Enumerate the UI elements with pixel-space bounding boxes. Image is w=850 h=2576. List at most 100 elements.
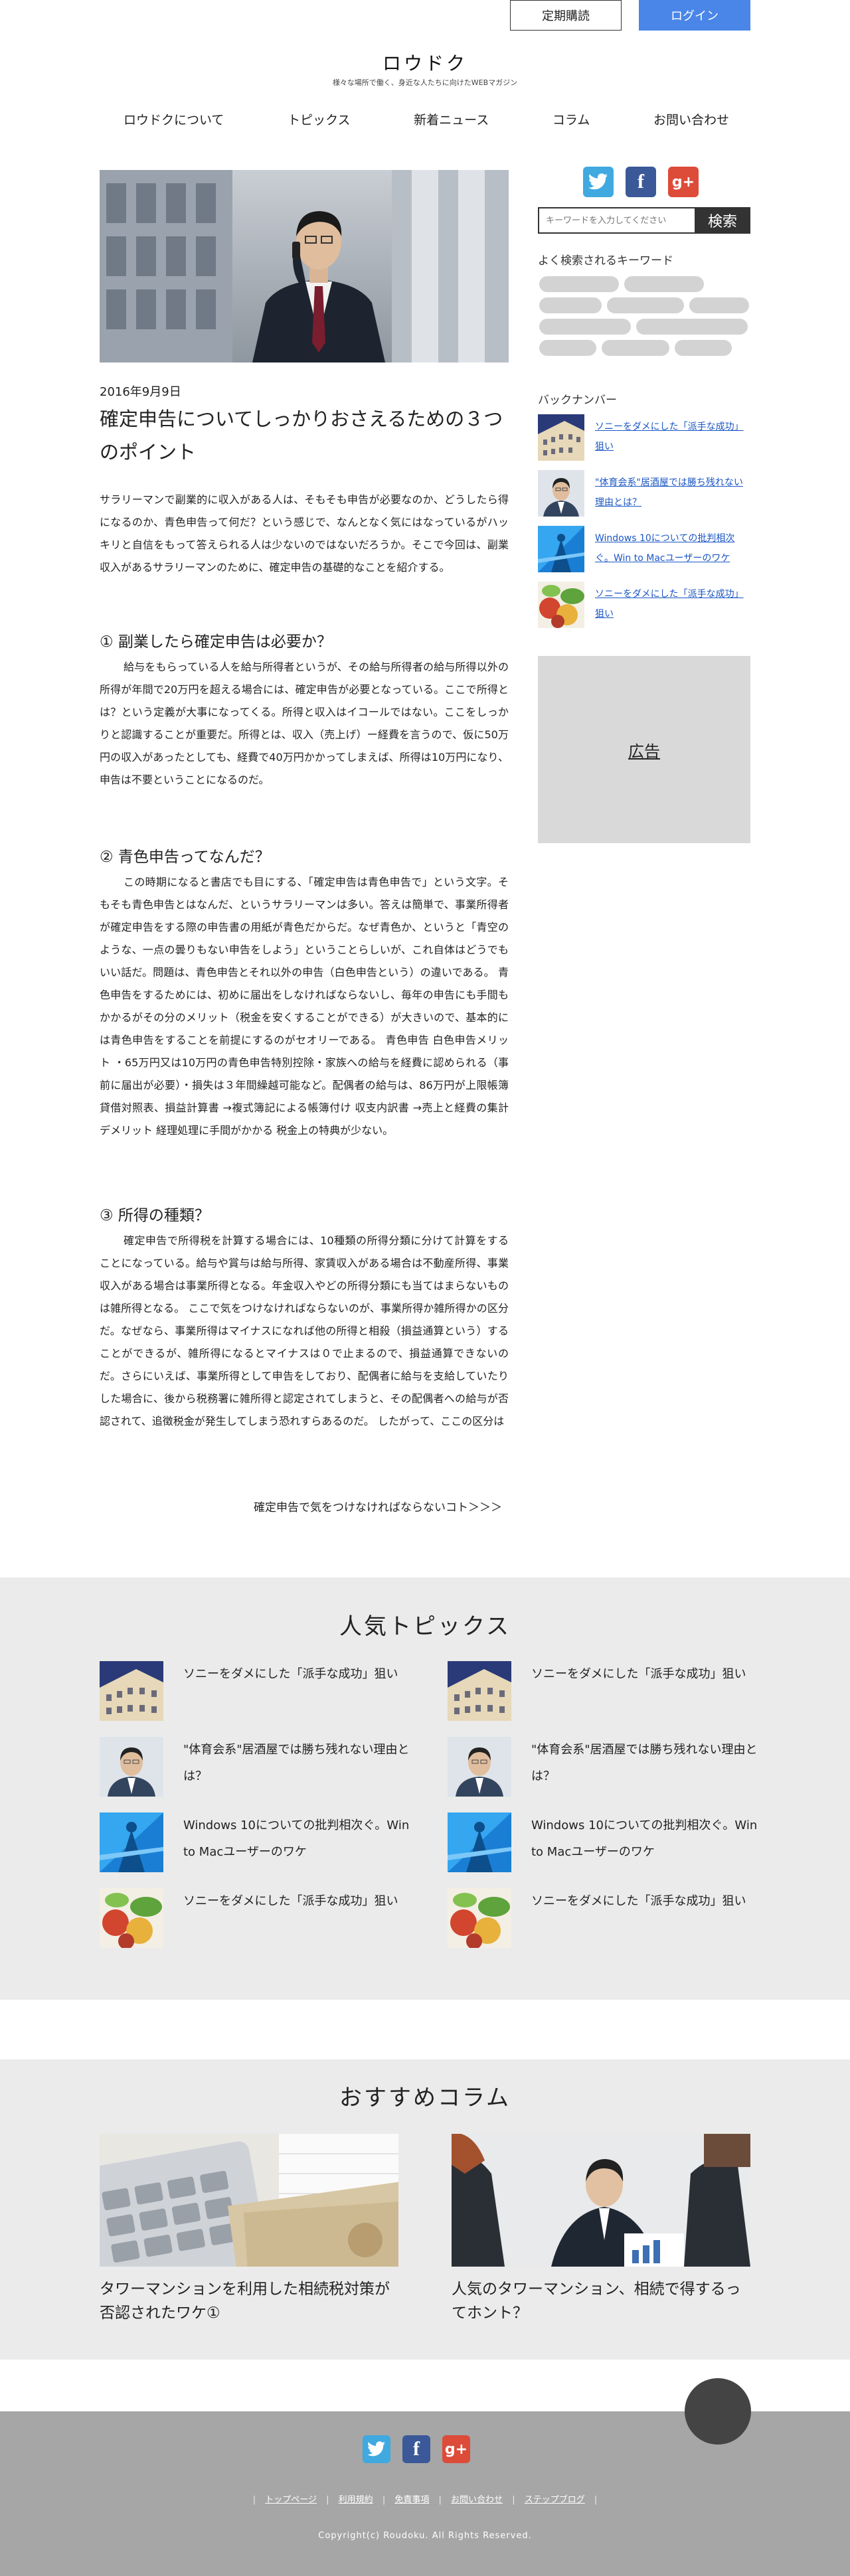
- site-title[interactable]: ロウドク: [0, 49, 850, 76]
- page-top-button[interactable]: [685, 2378, 751, 2445]
- keyword-tag[interactable]: [624, 276, 704, 292]
- keyword-tag[interactable]: [689, 297, 749, 313]
- sidebar-social: f g+: [583, 167, 699, 197]
- google-plus-icon[interactable]: g+: [668, 167, 699, 197]
- footer-link-contact[interactable]: お問い合わせ: [451, 2495, 503, 2505]
- backnumber-item[interactable]: Windows 10についての批判相次ぐ。Win to Macユーザーのワケ: [538, 526, 750, 574]
- topic-item[interactable]: ソニーをダメにした「派手な成功」狙い: [448, 1661, 773, 1721]
- footer-social: f g+: [363, 2435, 470, 2463]
- keyword-tag[interactable]: [539, 297, 602, 313]
- popular-keywords-heading: よく検索されるキーワード: [538, 254, 673, 268]
- building-thumbnail: [448, 1661, 511, 1721]
- nav-item-news[interactable]: 新着ニュース: [414, 110, 489, 128]
- section-heading: ③ 所得の種類？: [100, 1207, 210, 1224]
- topic-title[interactable]: ソニーをダメにした「派手な成功」狙い: [183, 1888, 398, 1948]
- section-body: 給与をもらっている人を給与所得者というが、その給与所得者の給与所得以外の所得が年…: [100, 661, 509, 786]
- business-meeting-image: [452, 2134, 750, 2267]
- topic-item[interactable]: "体育会系"居酒屋では勝ち残れない理由とは？: [100, 1737, 425, 1797]
- footer-link-blog[interactable]: ステップブログ: [525, 2495, 585, 2505]
- windows-thumbnail: [538, 526, 584, 572]
- subscribe-button[interactable]: 定期購読: [510, 0, 622, 31]
- topic-item[interactable]: "体育会系"居酒屋では勝ち残れない理由とは？: [448, 1737, 773, 1797]
- article-title: 確定申告についてしっかりおさえるための３つのポイント: [100, 408, 503, 463]
- separator: |: [252, 2495, 256, 2505]
- popular-topics-section: 人気トピックス ソニーをダメにした「派手な成功」狙い "体育会系"居酒屋では勝ち…: [0, 1577, 850, 2000]
- topic-item[interactable]: ソニーをダメにした「派手な成功」狙い: [100, 1888, 425, 1948]
- keyword-tag[interactable]: [539, 340, 596, 356]
- article-lead: サラリーマンで副業的に収入がある人は、そもそも申告が必要なのか、どうしたら得にな…: [100, 493, 509, 574]
- keyword-tag[interactable]: [607, 297, 684, 313]
- keyword-tag[interactable]: [675, 340, 732, 356]
- section-body: 確定申告で所得税を計算する場合には、10種類の所得分類に分けて計算をすることにな…: [100, 1234, 509, 1427]
- twitter-icon[interactable]: [583, 167, 614, 197]
- backnumber-link[interactable]: ソニーをダメにした「派手な成功」狙い: [595, 417, 750, 457]
- search-input[interactable]: [538, 207, 695, 234]
- article-date: 2016年9月9日: [100, 385, 181, 399]
- building-thumbnail: [538, 414, 584, 461]
- login-button[interactable]: ログイン: [639, 0, 750, 31]
- backnumber-list: ソニーをダメにした「派手な成功」狙い "体育会系"居酒屋では勝ち残れない理由とは…: [538, 414, 750, 637]
- man-thumbnail: [100, 1737, 163, 1797]
- topic-item[interactable]: ソニーをダメにした「派手な成功」狙い: [100, 1661, 425, 1721]
- section-heading: ② 青色申告ってなんだ？: [100, 848, 270, 866]
- backnumber-link[interactable]: ソニーをダメにした「派手な成功」狙い: [595, 584, 750, 624]
- backnumber-item[interactable]: "体育会系"居酒屋では勝ち残れない理由とは？: [538, 470, 750, 518]
- ad-banner[interactable]: 広告: [538, 656, 750, 843]
- nav-item-contact[interactable]: お問い合わせ: [653, 110, 729, 128]
- keyword-tag[interactable]: [636, 319, 748, 335]
- businessman-photo: [100, 170, 509, 362]
- column-card[interactable]: 人気のタワーマンション、相続で得するってホント？: [452, 2134, 750, 2325]
- backnumber-item[interactable]: ソニーをダメにした「派手な成功」狙い: [538, 582, 750, 629]
- topic-title[interactable]: "体育会系"居酒屋では勝ち残れない理由とは？: [531, 1737, 773, 1797]
- topic-title[interactable]: "体育会系"居酒屋では勝ち残れない理由とは？: [183, 1737, 425, 1797]
- keyword-tag[interactable]: [539, 276, 619, 292]
- topic-item[interactable]: Windows 10についての批判相次ぐ。Win to Macユーザーのワケ: [100, 1812, 425, 1872]
- footer-link-disclaimer[interactable]: 免責事項: [394, 2495, 429, 2505]
- nav-item-topics[interactable]: トピックス: [288, 110, 350, 128]
- backnumber-heading: バックナンバー: [538, 394, 617, 407]
- keyword-tag[interactable]: [602, 340, 669, 356]
- search-form: 検索: [538, 207, 750, 234]
- backnumber-link[interactable]: "体育会系"居酒屋では勝ち残れない理由とは？: [595, 473, 750, 513]
- topic-item[interactable]: Windows 10についての批判相次ぐ。Win to Macユーザーのワケ: [448, 1812, 773, 1872]
- column-title[interactable]: タワーマンションを利用した相続税対策が否認されたワケ①: [100, 2277, 398, 2325]
- article-hero-image: [100, 170, 509, 362]
- keyword-row: [539, 319, 748, 335]
- header-buttons: 定期購読 ログイン: [510, 0, 750, 31]
- separator: |: [438, 2495, 442, 2505]
- facebook-icon[interactable]: f: [402, 2435, 430, 2463]
- separator: |: [382, 2495, 386, 2505]
- facebook-icon[interactable]: f: [626, 167, 656, 197]
- read-more-link[interactable]: 確定申告で気をつけなければならないコト＞＞＞: [100, 1498, 502, 1514]
- keyword-row: [539, 276, 704, 292]
- column-card[interactable]: タワーマンションを利用した相続税対策が否認されたワケ①: [100, 2134, 398, 2325]
- topic-item[interactable]: ソニーをダメにした「派手な成功」狙い: [448, 1888, 773, 1948]
- popular-topics-right: ソニーをダメにした「派手な成功」狙い "体育会系"居酒屋では勝ち残れない理由とは…: [448, 1661, 773, 1964]
- topic-title[interactable]: ソニーをダメにした「派手な成功」狙い: [183, 1661, 398, 1721]
- vegetables-thumbnail: [538, 582, 584, 628]
- page: 定期購読 ログイン ロウドク 様々な場所で働く、身近な人たちに向けたWEBマガジ…: [0, 0, 850, 2576]
- topic-title[interactable]: ソニーをダメにした「派手な成功」狙い: [531, 1661, 746, 1721]
- building-thumbnail: [100, 1661, 163, 1721]
- backnumber-item[interactable]: ソニーをダメにした「派手な成功」狙い: [538, 414, 750, 462]
- nav-item-about[interactable]: ロウドクについて: [124, 110, 224, 128]
- topic-title[interactable]: Windows 10についての批判相次ぐ。Win to Macユーザーのワケ: [183, 1812, 425, 1872]
- footer-link-top[interactable]: トップページ: [265, 2495, 317, 2505]
- man-thumbnail: [538, 470, 584, 517]
- twitter-icon[interactable]: [363, 2435, 390, 2463]
- nav-item-column[interactable]: コラム: [552, 110, 590, 128]
- keyword-tag[interactable]: [539, 319, 631, 335]
- topic-title[interactable]: ソニーをダメにした「派手な成功」狙い: [531, 1888, 746, 1948]
- man-thumbnail: [448, 1737, 511, 1797]
- google-plus-icon[interactable]: g+: [442, 2435, 470, 2463]
- backnumber-link[interactable]: Windows 10についての批判相次ぐ。Win to Macユーザーのワケ: [595, 528, 750, 568]
- keyword-row: [539, 340, 732, 356]
- topic-title[interactable]: Windows 10についての批判相次ぐ。Win to Macユーザーのワケ: [531, 1812, 773, 1872]
- column-title[interactable]: 人気のタワーマンション、相続で得するってホント？: [452, 2277, 750, 2325]
- footer-link-terms[interactable]: 利用規約: [339, 2495, 373, 2505]
- recommended-heading: おすすめコラム: [339, 2085, 511, 2111]
- site-subtitle: 様々な場所で働く、身近な人たちに向けたWEBマガジン: [332, 78, 518, 87]
- popular-topics-left: ソニーをダメにした「派手な成功」狙い "体育会系"居酒屋では勝ち残れない理由とは…: [100, 1661, 425, 1964]
- search-button[interactable]: 検索: [695, 207, 750, 234]
- separator: |: [594, 2495, 598, 2505]
